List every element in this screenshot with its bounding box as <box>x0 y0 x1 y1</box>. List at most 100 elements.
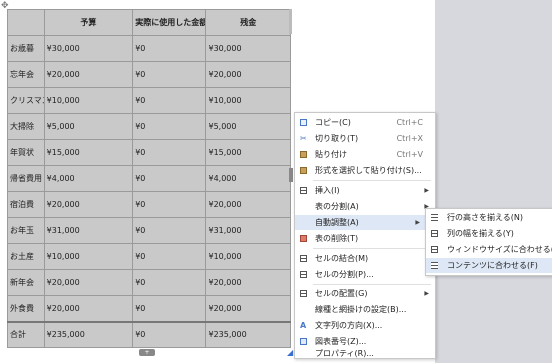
table-cell[interactable]: ¥30,000 <box>43 35 134 62</box>
table-cell[interactable]: ¥20,000 <box>205 61 291 88</box>
table-cell[interactable]: ¥20,000 <box>43 191 134 218</box>
table-cell[interactable]: ¥20,000 <box>205 191 291 218</box>
paste-special-icon <box>300 167 307 174</box>
table-cell[interactable]: ¥31,000 <box>43 217 134 244</box>
table-cell[interactable]: ¥0 <box>132 191 207 218</box>
menu-item-paste-special[interactable]: 形式を選択して貼り付け(S)... <box>295 163 435 178</box>
header-cell[interactable]: 予算 <box>43 9 134 36</box>
menu-item-merge-cells[interactable]: セルの結合(M) <box>295 251 435 266</box>
table-cell[interactable]: ¥31,000 <box>205 217 291 244</box>
insert-icon <box>300 187 307 194</box>
table-cell[interactable]: ¥0 <box>132 87 207 114</box>
header-cell[interactable] <box>7 9 45 36</box>
table-row: 年賀状 ¥15,000 ¥0 ¥15,000 <box>7 139 291 166</box>
menu-item-split-table[interactable]: 表の分割(A) ▶ <box>295 199 435 214</box>
submenu-item-label: 行の高さを揃える(N) <box>447 213 523 222</box>
menu-item-label: セルの結合(M) <box>315 254 369 263</box>
table-cell[interactable]: ¥0 <box>132 217 207 244</box>
table-cell[interactable]: ¥10,000 <box>205 243 291 270</box>
table-cell[interactable]: ¥0 <box>132 139 207 166</box>
table-cell[interactable]: ¥0 <box>132 243 207 270</box>
table-cell[interactable]: 外食費 <box>7 295 45 322</box>
menu-item-label: 切り取り(T) <box>315 134 359 143</box>
header-cell[interactable]: 実際に使用した金額 <box>132 9 207 36</box>
split-cells-icon <box>300 271 307 278</box>
table-cell[interactable]: ¥20,000 <box>43 269 134 296</box>
table-row: お歳暮 ¥30,000 ¥0 ¥30,000 <box>7 35 291 62</box>
submenu-item-fit-window[interactable]: ウィンドウサイズに合わせる(W) <box>426 242 552 257</box>
document-margin-area <box>435 0 552 363</box>
menu-item-label: セルの分割(P)... <box>315 270 374 279</box>
table-cell[interactable]: ¥15,000 <box>205 139 291 166</box>
table-row: 宿泊費 ¥20,000 ¥0 ¥20,000 <box>7 191 291 218</box>
table-cell[interactable]: クリスマス <box>7 87 45 114</box>
table-cell[interactable]: ¥0 <box>132 61 207 88</box>
table-cell[interactable]: 大掃除 <box>7 113 45 140</box>
table-cell[interactable]: ¥20,000 <box>43 295 134 322</box>
menu-item-split-cells[interactable]: セルの分割(P)... <box>295 267 435 282</box>
menu-item-label: 挿入(I) <box>315 186 340 195</box>
table-cell[interactable]: ¥0 <box>132 165 207 192</box>
table-cell[interactable]: ¥5,000 <box>205 113 291 140</box>
add-row-handle-icon[interactable]: + <box>139 349 155 356</box>
table-cell[interactable]: ¥15,000 <box>43 139 134 166</box>
menu-item-paste[interactable]: 貼り付け Ctrl+V <box>295 147 435 162</box>
table-cell[interactable]: ¥5,000 <box>43 113 134 140</box>
table-cell[interactable]: ¥10,000 <box>205 87 291 114</box>
table-cell[interactable]: ¥20,000 <box>43 61 134 88</box>
menu-item-borders[interactable]: 線種と網掛けの設定(B)... <box>295 302 435 317</box>
submenu-item-fit-contents[interactable]: コンテンツに合わせる(F) <box>426 258 552 273</box>
menu-item-insert[interactable]: 挿入(I) ▶ <box>295 183 435 198</box>
text-direction-icon: A <box>300 321 307 330</box>
table-cell[interactable]: ¥4,000 <box>205 165 291 192</box>
table-cell[interactable]: ¥30,000 <box>205 35 291 62</box>
table-cell[interactable]: ¥0 <box>132 35 207 62</box>
total-cell[interactable]: ¥0 <box>132 321 207 348</box>
table-row: お土産 ¥10,000 ¥0 ¥10,000 <box>7 243 291 270</box>
table-cell[interactable]: お歳暮 <box>7 35 45 62</box>
table-cell[interactable]: 新年会 <box>7 269 45 296</box>
table-cell[interactable]: お年玉 <box>7 217 45 244</box>
table-cell[interactable]: ¥20,000 <box>205 295 291 322</box>
table-cell[interactable]: 忘年会 <box>7 61 45 88</box>
clipboard-icon <box>300 151 307 158</box>
submenu-item-equal-cols[interactable]: 列の幅を揃える(Y) <box>426 226 552 241</box>
table-cell[interactable]: ¥20,000 <box>205 269 291 296</box>
menu-item-properties[interactable]: プロパティ(R)... <box>295 350 435 358</box>
menu-item-caption[interactable]: 図表番号(Z)... <box>295 334 435 349</box>
fit-contents-icon <box>431 262 438 269</box>
menu-item-autofit[interactable]: 自動調整(A) ▶ <box>295 215 426 230</box>
table-cell[interactable]: ¥10,000 <box>43 243 134 270</box>
column-resize-handle[interactable] <box>289 168 293 182</box>
submenu-item-label: ウィンドウサイズに合わせる(W) <box>447 245 552 254</box>
table-cell[interactable]: ¥4,000 <box>43 165 134 192</box>
menu-item-text-direction[interactable]: A 文字列の方向(X)... <box>295 318 435 333</box>
menu-item-cut[interactable]: ✂ 切り取り(T) Ctrl+X <box>295 131 435 146</box>
table-row: 忘年会 ¥20,000 ¥0 ¥20,000 <box>7 61 291 88</box>
menu-item-shortcut: Ctrl+X <box>396 134 423 143</box>
delete-table-icon <box>300 235 307 242</box>
total-cell[interactable]: 合計 <box>7 321 45 348</box>
menu-item-copy[interactable]: コピー(C) Ctrl+C <box>295 115 435 130</box>
menu-item-cell-alignment[interactable]: セルの配置(G) ▶ <box>295 286 435 301</box>
table-cell[interactable]: ¥0 <box>132 269 207 296</box>
table-cell[interactable]: ¥10,000 <box>43 87 134 114</box>
header-cell[interactable]: 残金 <box>205 9 291 36</box>
equal-rows-icon <box>431 214 438 221</box>
total-cell[interactable]: ¥235,000 <box>43 321 134 348</box>
row-resize-marker[interactable] <box>289 9 292 34</box>
table-resize-corner-icon[interactable]: ◢ <box>287 348 293 357</box>
table-cell[interactable]: 宿泊費 <box>7 191 45 218</box>
table-row: 新年会 ¥20,000 ¥0 ¥20,000 <box>7 269 291 296</box>
table-cell[interactable]: 帰省費用 <box>7 165 45 192</box>
menu-item-label: プロパティ(R)... <box>315 349 374 358</box>
table-cell[interactable]: お土産 <box>7 243 45 270</box>
submenu-item-equal-rows[interactable]: 行の高さを揃える(N) <box>426 210 552 225</box>
menu-item-delete-table[interactable]: 表の削除(T) <box>295 231 435 246</box>
table-cell[interactable]: ¥0 <box>132 295 207 322</box>
table-cell[interactable]: ¥0 <box>132 113 207 140</box>
menu-item-label: コピー(C) <box>315 118 351 127</box>
table-row: クリスマス ¥10,000 ¥0 ¥10,000 <box>7 87 291 114</box>
table-cell[interactable]: 年賀状 <box>7 139 45 166</box>
total-cell[interactable]: ¥235,000 <box>205 321 291 348</box>
